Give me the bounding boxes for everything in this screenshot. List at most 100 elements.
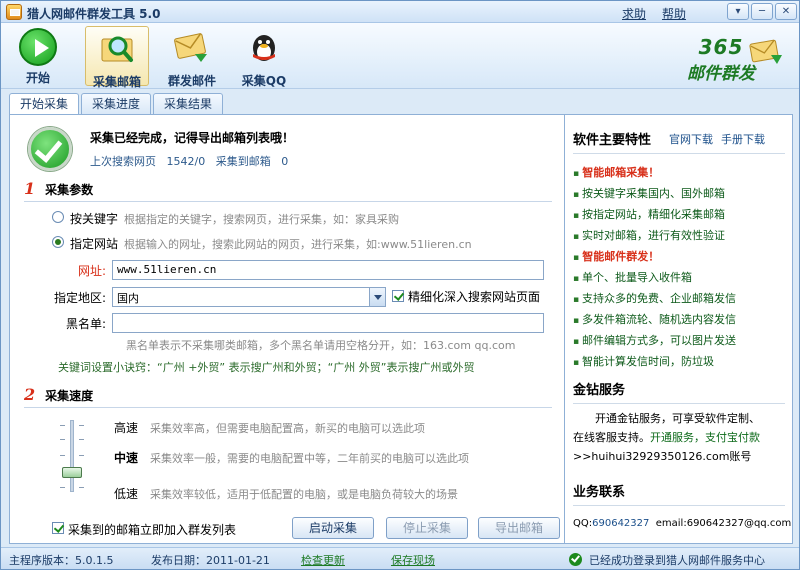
section-params-divider	[24, 201, 552, 202]
contact-qq-value: 690642327	[592, 518, 650, 529]
release-date-info: 发布日期：2011-01-21	[151, 552, 270, 568]
keyword-tip: 关键词设置小诀窍：“广州 +外贸” 表示搜广州和外贸；“广州 外贸”表示搜广州或…	[58, 361, 475, 374]
speed-slider-thumb[interactable]	[62, 467, 82, 478]
toolbar-send-mail-label: 群发邮件	[167, 74, 216, 88]
brand-number: 365	[698, 35, 744, 59]
slider-tick	[60, 439, 65, 440]
status-pages-value: 1542/0	[166, 155, 206, 168]
toolbar-collect-qq-button[interactable]: 采集QQ	[237, 26, 291, 88]
speed-high-desc: 采集效率高，但需要电脑配置高，新买的电脑可以选此项	[150, 422, 425, 435]
radio-by-keyword-label: 按关键字	[70, 212, 119, 226]
version-value: 5.0.1.5	[75, 554, 114, 567]
service-description: 开通金钻服务，可享受软件定制、 在线客服支持。开通服务，支付宝付款 >>huih…	[573, 409, 787, 466]
radio-by-keyword[interactable]	[52, 211, 64, 223]
login-status: 已经成功登录到猎人网邮件服务中心	[589, 554, 765, 567]
features-title: 软件主要特性	[573, 133, 652, 148]
version-info: 主程序版本：5.0.1.5	[9, 552, 113, 568]
help-link[interactable]: 求助	[622, 5, 646, 22]
open-service-link[interactable]: 开通服务，支付宝付款	[650, 431, 760, 444]
region-select[interactable]: 国内	[112, 287, 386, 307]
login-ok-icon	[569, 553, 582, 566]
section-params-header: 1 采集参数	[24, 179, 93, 198]
magnifier-icon	[101, 36, 133, 62]
start-collect-button[interactable]: 启动采集	[292, 517, 374, 539]
close-button[interactable]: ✕	[775, 3, 797, 20]
brand-envelope-icon	[749, 39, 782, 64]
version-label: 主程序版本：	[9, 554, 75, 567]
service-divider	[573, 403, 785, 404]
add-to-list-checkbox[interactable]	[52, 522, 64, 534]
stop-collect-button[interactable]: 停止采集	[386, 517, 468, 539]
collect-settings-panel: 采集已经完成，记得导出邮箱列表哦！ 上次搜索网页 1542/0 采集到邮箱 0 …	[9, 114, 565, 544]
slider-tick	[60, 455, 65, 456]
region-select-value: 国内	[117, 292, 139, 305]
minimize-button[interactable]: ─	[751, 3, 773, 20]
section-params-title: 采集参数	[45, 183, 94, 197]
release-date-value: 2011-01-21	[206, 554, 270, 567]
toolbar-start-button[interactable]: 开始	[11, 26, 65, 86]
release-date-label: 发布日期：	[151, 554, 206, 567]
status-emails-value: 0	[281, 155, 289, 168]
status-title: 采集已经完成，记得导出邮箱列表哦！	[90, 131, 295, 145]
service-line-3: >>huihui32929350126.com账号	[573, 450, 752, 463]
save-site-link[interactable]: 保存现场	[391, 552, 435, 568]
feature-item: 邮件编辑方式多，可以图片发送	[573, 332, 736, 348]
status-emails-label: 采集到邮箱	[215, 155, 271, 168]
blacklist-label: 黑名单:	[65, 317, 106, 331]
contact-email-label: email:	[655, 518, 687, 529]
official-download-link[interactable]: 官网下载	[669, 131, 713, 147]
menu-dropdown-button[interactable]: ▾	[727, 3, 749, 20]
deep-search-label: 精细化深入搜索网站页面	[408, 290, 541, 304]
title-bar: 猎人网邮件群发工具 5.0 求助 帮助 ▾ ─ ✕	[1, 1, 799, 23]
speed-slider-track[interactable]	[70, 420, 74, 492]
help2-link[interactable]: 帮助	[662, 5, 686, 22]
section-speed-header: 2 采集速度	[24, 385, 93, 404]
contact-email-value: 690642327@qq.com	[686, 518, 792, 529]
check-update-link[interactable]: 检查更新	[301, 552, 345, 568]
chevron-down-icon[interactable]	[369, 288, 385, 306]
toolbar-collect-qq-label: 采集QQ	[241, 74, 287, 88]
contact-info: QQ:690642327 email:690642327@qq.com	[573, 518, 791, 529]
window-title: 猎人网邮件群发工具 5.0	[27, 7, 161, 21]
service-line-2: 在线客服支持。开通服务，支付宝付款	[573, 428, 787, 447]
envelope-icon	[174, 33, 207, 62]
speed-mid-desc: 采集效率一般，需要的电脑配置中等，二年前买的电脑可以选此项	[150, 452, 469, 465]
radio-by-site[interactable]	[52, 236, 64, 248]
tab-collect-progress[interactable]: 采集进度	[81, 93, 152, 114]
main-toolbar: 开始 采集邮箱 群发邮件 采集QQ 365 邮件群发	[1, 23, 799, 89]
add-to-list-label: 采集到的邮箱立即加入群发列表	[68, 523, 237, 537]
speed-high-label: 高速	[114, 421, 139, 435]
blacklist-input[interactable]	[112, 313, 544, 333]
contact-qq-label: QQ:	[573, 518, 593, 529]
speed-low-desc: 采集效率较低，适用于低配置的电脑，或是电脑负荷较大的场景	[150, 488, 458, 501]
feature-item: 按指定网站，精细化采集邮箱	[573, 206, 725, 222]
toolbar-collect-email-button[interactable]: 采集邮箱	[85, 26, 149, 89]
speed-low-label: 低速	[114, 487, 139, 501]
feature-item: 单个、批量导入收件箱	[573, 269, 692, 285]
deep-search-checkbox[interactable]	[392, 290, 404, 302]
feature-item: 支持众多的免费、企业邮箱发信	[573, 290, 736, 306]
toolbar-send-mail-button[interactable]: 群发邮件	[161, 26, 223, 88]
qq-penguin-icon	[253, 35, 275, 61]
keyword-hint: 根据指定的关键字，搜索网页，进行采集，如：家具采购	[124, 213, 399, 226]
export-email-button[interactable]: 导出邮箱	[478, 517, 560, 539]
section-speed-title: 采集速度	[45, 389, 94, 403]
tab-start-collect[interactable]: 开始采集	[9, 93, 80, 116]
contact-divider	[573, 505, 785, 506]
feature-item: 按关键字采集国内、国外邮箱	[573, 185, 725, 201]
brand-logo: 365 邮件群发	[687, 35, 755, 84]
slider-tick	[79, 439, 84, 440]
service-title: 金钻服务	[573, 383, 626, 398]
manual-download-link[interactable]: 手册下载	[721, 131, 765, 147]
toolbar-collect-email-label: 采集邮箱	[92, 75, 141, 89]
window-controls: ▾ ─ ✕	[727, 3, 797, 20]
slider-tick	[79, 455, 84, 456]
slider-tick	[79, 487, 84, 488]
site-hint: 根据输入的网址，搜索此网站的网页，进行采集，如:www.51lieren.cn	[124, 238, 472, 251]
feature-item: 实时对邮箱，进行有效性验证	[573, 227, 725, 243]
section-params-number: 1	[24, 179, 36, 198]
service-line-2a: 在线客服支持。	[573, 431, 650, 444]
tab-collect-result[interactable]: 采集结果	[153, 93, 224, 114]
url-input[interactable]: www.51lieren.cn	[112, 260, 544, 280]
app-envelope-icon	[6, 4, 22, 20]
